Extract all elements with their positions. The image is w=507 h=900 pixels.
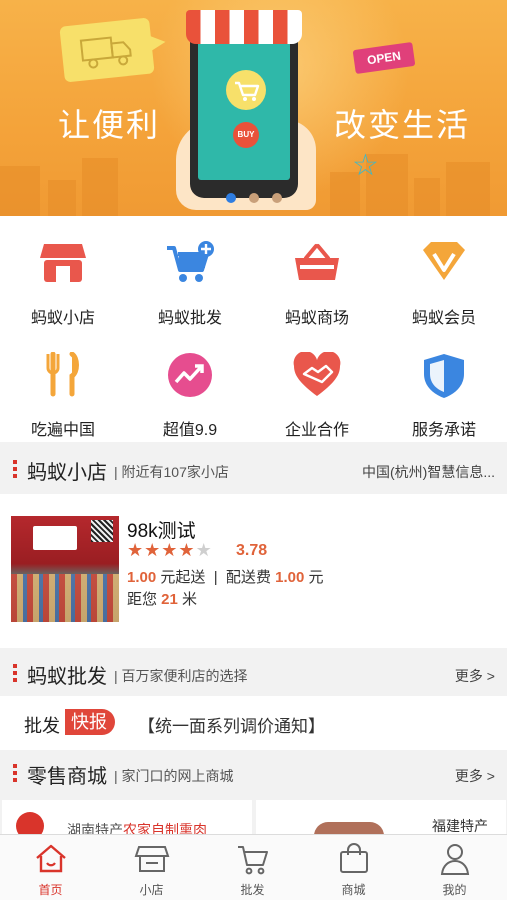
rating-value: 3.78	[236, 542, 268, 559]
section-header-wholesale: 蚂蚁批发 | 百万家便利店的选择 更多 >	[0, 650, 507, 696]
diamond-v-icon	[419, 240, 469, 286]
grid-item-enterprise[interactable]: 企业合作	[254, 328, 380, 440]
grid-item-label: 企业合作	[284, 422, 349, 439]
star-icon: ★	[161, 540, 179, 560]
distance-info: 距您 21 米	[127, 591, 198, 608]
tab-label: 小店	[139, 883, 164, 897]
truck-bubble-icon	[59, 17, 155, 83]
carousel-dot[interactable]	[272, 193, 282, 203]
buy-badge: BUY	[233, 122, 259, 148]
trend-up-icon	[165, 352, 215, 398]
section-title: 蚂蚁小店	[27, 462, 107, 484]
tab-store[interactable]: 小店	[101, 835, 202, 900]
grid-item-ant-mall[interactable]: 蚂蚁商场	[254, 216, 380, 328]
grid-item-ant-store[interactable]: 蚂蚁小店	[0, 216, 126, 328]
grid-item-label: 蚂蚁会员	[411, 310, 476, 327]
shop-awning-icon	[38, 240, 88, 286]
grid-item-label: 吃遍中国	[30, 422, 95, 439]
grid-item-label: 蚂蚁商场	[284, 310, 349, 327]
bag-icon	[340, 843, 368, 873]
user-icon	[440, 844, 470, 875]
bottom-tab-bar: 首页 小店 批发 商城 我的	[0, 834, 507, 900]
tab-mall[interactable]: 商城	[303, 835, 404, 900]
cart-circle-icon	[226, 70, 266, 110]
section-subtitle: | 附近有107家小店	[114, 464, 229, 480]
basket-icon	[292, 240, 342, 286]
star-icon: ★	[195, 540, 213, 560]
news-label: 批发	[24, 716, 60, 736]
news-ticker[interactable]: 批发 快报 【统一面系列调价通知】	[0, 696, 507, 750]
product-row: 湖南特产农家自制熏肉 福建特产	[0, 796, 507, 840]
more-link[interactable]: 更多 >	[455, 666, 495, 686]
grid-item-value-99[interactable]: 超值9.9	[127, 328, 253, 440]
carousel-dot[interactable]	[226, 193, 236, 203]
star-icon: ★	[144, 540, 162, 560]
news-headline[interactable]: 【统一面系列调价通知】	[138, 712, 325, 737]
grid-item-label: 服务承诺	[411, 422, 476, 439]
section-title: 零售商城	[27, 766, 107, 788]
rating-stars: ★★★★★	[127, 540, 213, 561]
news-badge: 快报	[65, 709, 115, 735]
cart-plus-icon	[165, 240, 215, 286]
grid-item-service[interactable]: 服务承诺	[381, 328, 507, 440]
section-header-store: 蚂蚁小店 | 附近有107家小店 中国(杭州)智慧信息...	[0, 446, 507, 492]
cart-icon	[238, 846, 268, 875]
handshake-heart-icon	[292, 351, 342, 398]
star-icon: ☆	[352, 149, 379, 182]
grid-item-label: 蚂蚁批发	[157, 310, 222, 327]
section-header-retail: 零售商城 | 家门口的网上商城 更多 >	[0, 750, 507, 796]
store-icon	[134, 846, 170, 872]
section-subtitle: | 百万家便利店的选择	[114, 668, 248, 684]
store-photo	[11, 516, 119, 622]
delivery-info: 1.00 元起送 | 配送费 1.00 元	[127, 569, 324, 586]
tab-mine[interactable]: 我的	[404, 835, 505, 900]
tab-home[interactable]: 首页	[0, 835, 101, 900]
home-icon	[36, 844, 66, 873]
grid-item-eat-china[interactable]: 吃遍中国	[0, 328, 126, 440]
grid-item-ant-member[interactable]: 蚂蚁会员	[381, 216, 507, 328]
more-link[interactable]: 更多 >	[455, 766, 495, 786]
section-title: 蚂蚁批发	[27, 666, 107, 688]
store-name: 98k测试	[127, 521, 196, 542]
shield-icon	[419, 352, 469, 398]
awning-illustration	[186, 10, 302, 44]
section-marker	[13, 664, 17, 682]
section-subtitle: | 家门口的网上商城	[114, 768, 234, 784]
grid-item-ant-wholesale[interactable]: 蚂蚁批发	[127, 216, 253, 328]
promo-banner[interactable]: OPEN BUY 让便利 改变生活 ☆	[0, 0, 507, 216]
location-link[interactable]: 中国(杭州)智慧信息...	[362, 462, 495, 482]
tab-label: 商城	[341, 883, 366, 897]
star-icon: ★	[178, 540, 196, 560]
store-card[interactable]: 98k测试 ★★★★★ 3.78 1.00 元起送 | 配送费 1.00 元 距…	[0, 494, 507, 648]
fork-knife-icon	[38, 351, 88, 398]
section-marker	[13, 460, 17, 478]
star-icon: ★	[127, 540, 145, 560]
tab-label: 批发	[240, 883, 265, 897]
banner-slogan-right: 改变生活	[334, 106, 471, 144]
product-title: 福建特产	[432, 818, 488, 834]
category-grid: 蚂蚁小店 蚂蚁批发 蚂蚁商场 蚂蚁会员 吃遍中国 超值9.9 企业合作 服务承诺	[0, 216, 507, 442]
grid-item-label: 超值9.9	[162, 422, 218, 439]
carousel-dots[interactable]	[226, 193, 282, 203]
section-marker	[13, 764, 17, 782]
tab-label: 我的	[442, 883, 467, 897]
grid-item-label: 蚂蚁小店	[30, 310, 95, 327]
tab-label: 首页	[38, 883, 63, 897]
banner-slogan-left: 让便利	[58, 106, 161, 144]
tab-wholesale[interactable]: 批发	[202, 835, 303, 900]
carousel-dot[interactable]	[249, 193, 259, 203]
